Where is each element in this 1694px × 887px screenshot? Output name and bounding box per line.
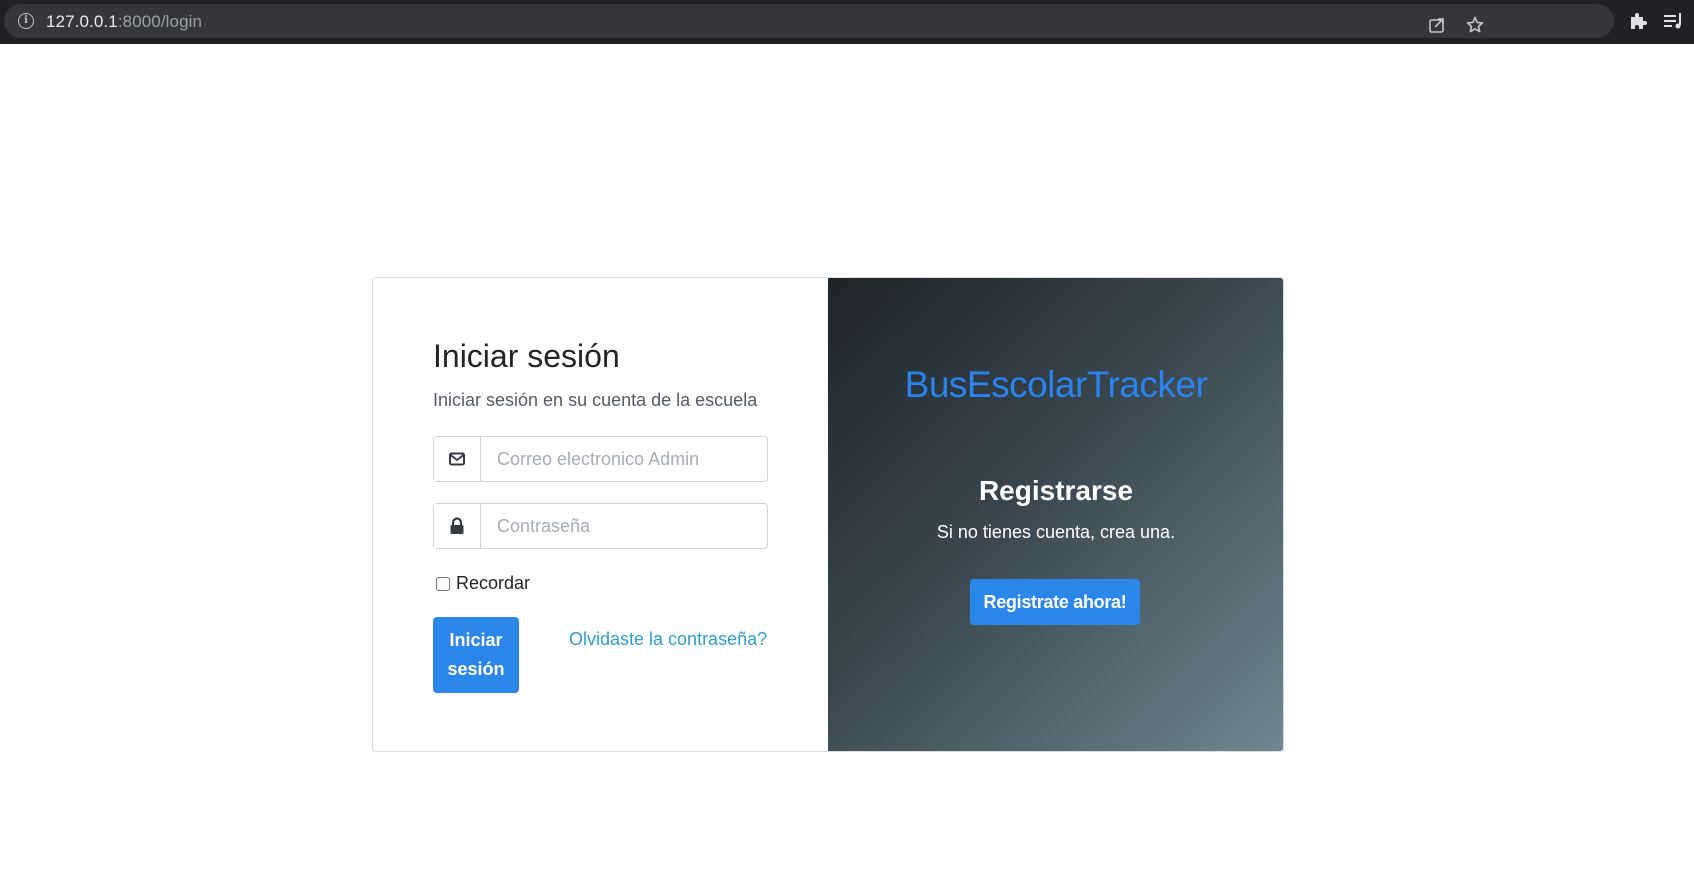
email-input[interactable] xyxy=(481,437,767,481)
url-path: :8000/login xyxy=(117,12,203,31)
remember-checkbox-label[interactable]: Recordar xyxy=(436,573,530,594)
register-title: Registrarse xyxy=(978,475,1134,506)
address-bar[interactable]: i 127.0.0.1:8000/login xyxy=(4,4,1614,38)
url-host: 127.0.0.1 xyxy=(46,12,118,31)
password-input[interactable] xyxy=(481,504,767,548)
register-pane: BusEscolarTracker Registrarse Si no tien… xyxy=(828,278,1283,751)
remember-checkbox[interactable] xyxy=(436,576,450,591)
forgot-password-link[interactable]: Olvidaste la contraseña? xyxy=(569,629,767,650)
register-button[interactable]: Registrate ahora! xyxy=(970,579,1140,625)
info-icon[interactable]: i xyxy=(18,13,34,29)
login-button[interactable]: Iniciar sesión xyxy=(433,617,519,693)
login-pane: Iniciar sesión Iniciar sesión en su cuen… xyxy=(373,278,828,751)
password-input-group xyxy=(433,503,768,549)
email-input-group xyxy=(433,436,768,482)
star-icon[interactable] xyxy=(1464,14,1486,36)
remember-label: Recordar xyxy=(456,573,531,593)
browser-toolbar: i 127.0.0.1:8000/login xyxy=(0,0,1694,44)
login-subtitle: Iniciar sesión en su cuenta de la escuel… xyxy=(433,390,758,410)
url-text[interactable]: 127.0.0.1:8000/login xyxy=(46,12,202,32)
register-text: Si no tienes cuenta, crea una. xyxy=(936,522,1176,542)
envelope-icon xyxy=(434,437,481,481)
login-card: Iniciar sesión Iniciar sesión en su cuen… xyxy=(372,277,1284,752)
extensions-icon[interactable] xyxy=(1627,10,1649,32)
lock-icon xyxy=(434,504,481,548)
brand-title: BusEscolarTracker xyxy=(904,364,1208,405)
share-icon[interactable] xyxy=(1426,14,1448,36)
login-title: Iniciar sesión xyxy=(433,338,620,374)
media-queue-icon[interactable] xyxy=(1663,10,1685,32)
